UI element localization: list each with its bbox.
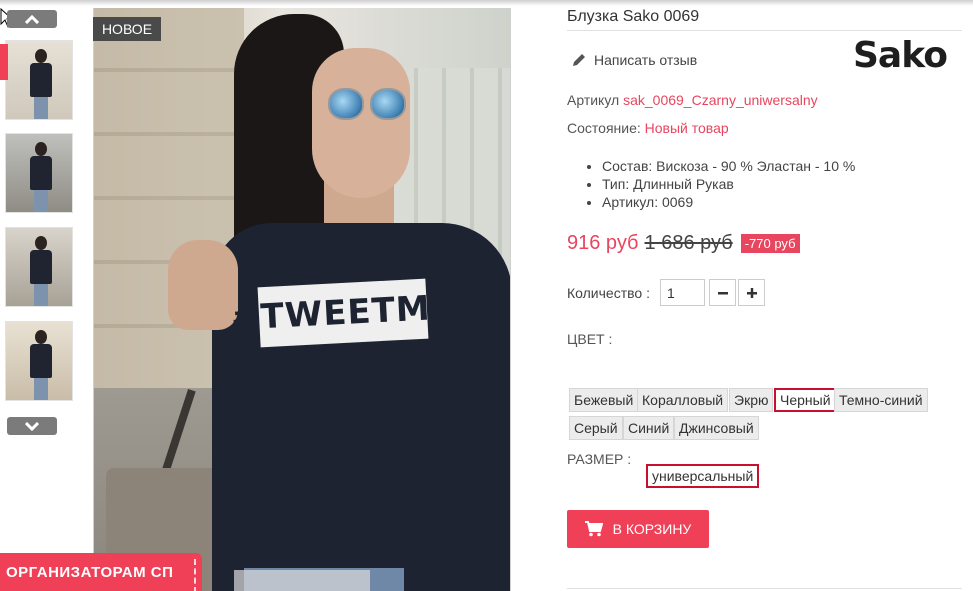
new-badge: НОВОЕ: [93, 17, 161, 41]
top-shadow: [0, 0, 973, 6]
discount-badge: -770 руб: [740, 234, 800, 253]
condition-value: Новый товар: [644, 120, 729, 136]
article-value: sak_0069_Czarny_uniwersalny: [623, 92, 818, 108]
color-option-grey[interactable]: Серый: [569, 416, 623, 440]
size-option-universal[interactable]: универсальный: [646, 464, 760, 488]
minus-icon: [717, 291, 728, 294]
thumbnail-scroll-up-button[interactable]: [7, 10, 57, 28]
size-label: РАЗМЕР :: [567, 451, 632, 467]
image-pager[interactable]: [234, 570, 370, 591]
write-review-label: Написать отзыв: [594, 52, 698, 68]
write-review-link[interactable]: Написать отзыв: [572, 52, 697, 68]
spec-item: Тип: Длинный Рукав: [602, 175, 855, 193]
chevron-up-icon: [25, 14, 39, 24]
model-sweater: [212, 223, 510, 591]
thumbnail-strip: [0, 8, 80, 438]
thumbnail-scroll-down-button[interactable]: [7, 417, 57, 435]
color-option-denim[interactable]: Джинсовый: [674, 416, 759, 440]
thumbnail-2[interactable]: [5, 133, 73, 213]
spec-item: Артикул: 0069: [602, 193, 855, 211]
current-price: 916 руб: [567, 232, 639, 254]
brand-logo[interactable]: Sako: [853, 38, 959, 74]
spec-item: Состав: Вискоза - 90 % Эластан - 10 %: [602, 157, 855, 175]
color-option-ecru[interactable]: Экрю: [729, 388, 774, 412]
thumbnail-1[interactable]: [5, 40, 73, 120]
organizers-banner[interactable]: ОРГАНИЗАТОРАМ СП: [0, 553, 202, 591]
chevron-down-icon: [25, 421, 39, 431]
divider: [567, 588, 962, 589]
quantity-label: Количество :: [567, 285, 650, 301]
add-to-cart-label: В КОРЗИНУ: [612, 521, 692, 537]
add-to-cart-button[interactable]: В КОРЗИНУ: [567, 510, 709, 548]
sweater-print-text: #TWEETME: [230, 287, 456, 339]
color-option-navy[interactable]: Темно-синий: [834, 388, 928, 412]
thumbnail-4[interactable]: [5, 321, 73, 401]
organizers-banner-label: ОРГАНИЗАТОРАМ СП: [6, 563, 174, 581]
sweater-print: #TWEETME: [230, 278, 456, 348]
side-tab[interactable]: [0, 44, 8, 80]
product-title: Блузка Sako 0069: [567, 8, 700, 25]
article-line: Артикул sak_0069_Czarny_uniwersalny: [567, 92, 818, 108]
color-option-coral[interactable]: Коралловый: [637, 388, 729, 412]
quantity-decrease-button[interactable]: [709, 279, 736, 306]
pencil-icon: [573, 54, 585, 66]
price-block: 916 руб 1 686 руб -770 руб: [567, 232, 800, 255]
color-option-blue[interactable]: Синий: [623, 416, 675, 440]
quantity-input[interactable]: [660, 279, 705, 306]
model-hand: [168, 240, 238, 330]
old-price: 1 686 руб: [644, 232, 733, 254]
condition-line: Состояние: Новый товар: [567, 120, 729, 136]
thumbnail-3[interactable]: [5, 227, 73, 307]
condition-label: Состояние:: [567, 120, 641, 136]
spec-list: Состав: Вискоза - 90 % Эластан - 10 % Ти…: [602, 157, 855, 211]
quantity-increase-button[interactable]: [738, 279, 765, 306]
cart-icon: [584, 521, 603, 537]
divider: [567, 30, 962, 31]
product-main-image[interactable]: #TWEETME: [93, 8, 511, 591]
article-label: Артикул: [567, 92, 620, 108]
color-option-black[interactable]: Черный: [774, 388, 837, 412]
plus-icon: [746, 287, 757, 298]
color-label: ЦВЕТ :: [567, 331, 613, 347]
sunglasses: [328, 88, 408, 124]
color-option-beige[interactable]: Бежевый: [569, 388, 639, 412]
